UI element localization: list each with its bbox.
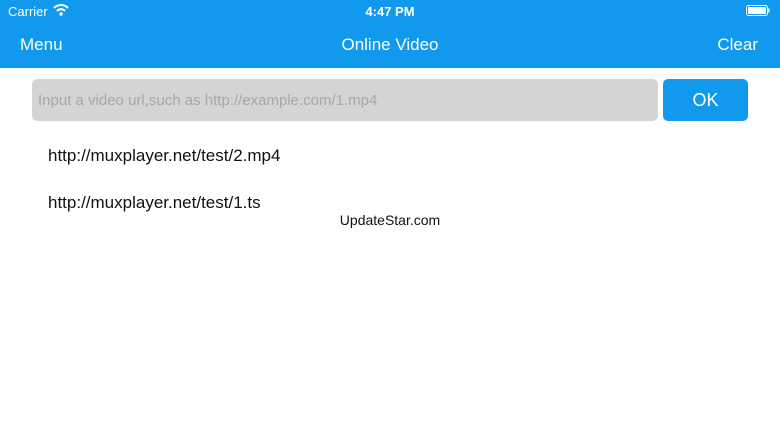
- battery-icon: [746, 5, 770, 16]
- status-bar: Carrier 4:47 PM: [0, 0, 780, 24]
- clear-button[interactable]: Clear: [717, 35, 758, 55]
- history-item[interactable]: http://muxplayer.net/test/2.mp4: [48, 145, 280, 167]
- navigation-bar: Carrier 4:47 PM Menu Online Video Clear: [0, 0, 780, 68]
- status-time: 4:47 PM: [365, 4, 415, 19]
- ok-button[interactable]: OK: [663, 79, 748, 121]
- online-video-screen: Carrier 4:47 PM Menu Online Video Clear …: [0, 0, 780, 439]
- page-title: Online Video: [341, 35, 439, 54]
- watermark-text: UpdateStar.com: [339, 212, 441, 228]
- video-url-input[interactable]: [32, 79, 658, 121]
